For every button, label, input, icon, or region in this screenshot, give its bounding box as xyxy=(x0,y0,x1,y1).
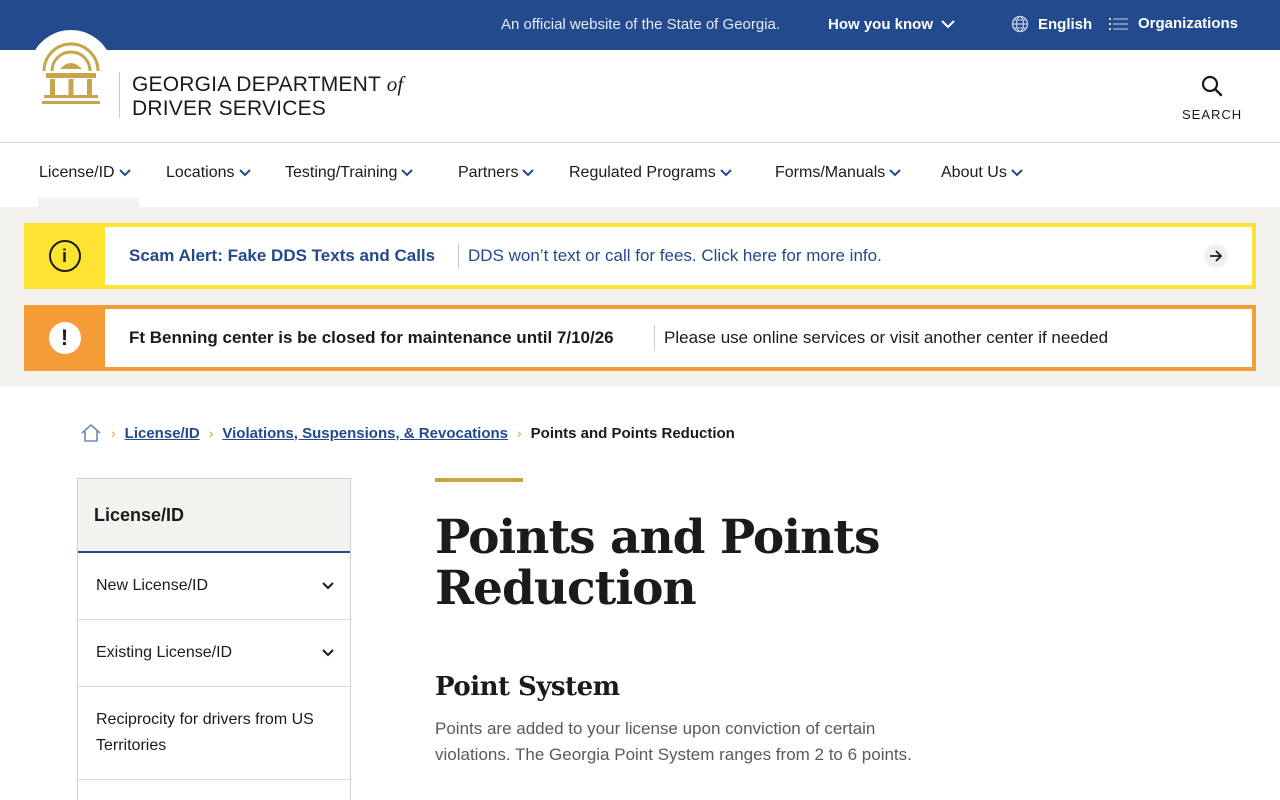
chevron-down-icon xyxy=(238,169,251,177)
breadcrumb-link-license-id[interactable]: License/ID xyxy=(125,425,200,442)
official-website-text: An official website of the State of Geor… xyxy=(501,16,781,33)
site-header: GEORGIA DEPARTMENT of DRIVER SERVICES SE… xyxy=(0,30,1280,143)
brand-line-2: DRIVER SERVICES xyxy=(132,97,326,120)
seal-icon xyxy=(42,42,100,104)
nav-label: About Us xyxy=(941,164,1007,181)
nav-active-indicator xyxy=(38,198,139,207)
chevron-down-icon xyxy=(118,169,131,177)
chevron-down-icon xyxy=(720,169,732,177)
nav-about-us[interactable]: About Us xyxy=(941,164,1023,182)
alert-separator xyxy=(458,243,459,269)
page-title: Points and Points Reduction xyxy=(435,510,880,616)
breadcrumb: › License/ID › Violations, Suspensions, … xyxy=(80,421,735,445)
how-you-know-button[interactable]: How you know xyxy=(828,16,955,33)
nav-label: Testing/Training xyxy=(285,164,398,181)
alert-separator xyxy=(654,325,655,351)
sidenav-item-existing-license[interactable]: Existing License/ID xyxy=(78,620,350,687)
breadcrumb-chevron-icon: › xyxy=(517,425,522,441)
alert-title: Scam Alert: Fake DDS Texts and Calls xyxy=(129,246,436,265)
search-label: SEARCH xyxy=(1182,107,1243,122)
warning-icon: ! xyxy=(48,322,81,354)
organizations-button[interactable]: Organizations xyxy=(1109,15,1238,32)
arrow-right-icon[interactable] xyxy=(1204,244,1228,268)
main-navigation: License/ID Locations Testing/Training Pa… xyxy=(0,143,1280,207)
section-heading: Point System xyxy=(435,672,620,702)
chevron-down-icon xyxy=(1011,169,1023,177)
georgia-seal-logo[interactable] xyxy=(29,30,113,114)
language-selector[interactable]: English xyxy=(1011,15,1092,33)
section-sidenav: License/ID New License/ID Existing Licen… xyxy=(77,478,351,800)
sidenav-item-label: New License/ID xyxy=(96,577,209,594)
nav-label: License/ID xyxy=(39,164,115,181)
chevron-down-icon xyxy=(889,169,901,177)
language-label: English xyxy=(1038,15,1093,33)
alert-message: DDS won’t text or call for fees. Click h… xyxy=(468,246,882,265)
chevron-down-icon[interactable] xyxy=(322,582,334,590)
chevron-down-icon xyxy=(522,169,535,177)
brand-divider xyxy=(119,72,120,118)
how-you-know-label: How you know xyxy=(828,16,933,33)
sidenav-item-reciprocity[interactable]: Reciprocity for drivers from US Territor… xyxy=(78,687,350,780)
brand-of: of xyxy=(386,72,404,96)
breadcrumb-chevron-icon: › xyxy=(111,425,116,441)
alerts-region: i Scam Alert: Fake DDS Texts and Calls D… xyxy=(0,207,1280,387)
sidenav-heading[interactable]: License/ID xyxy=(78,479,350,553)
alert-icon-box: i xyxy=(24,223,105,289)
brand-line-1: GEORGIA DEPARTMENT xyxy=(132,73,381,96)
nav-label: Regulated Programs xyxy=(569,164,716,181)
sidenav-item-label: Existing License/ID xyxy=(96,644,233,661)
nav-license-id[interactable]: License/ID xyxy=(39,164,131,182)
closure-alert-banner: ! Ft Benning center is be closed for mai… xyxy=(24,305,1256,371)
nav-regulated-programs[interactable]: Regulated Programs xyxy=(569,164,732,182)
alert-message: Please use online services or visit anot… xyxy=(664,328,1109,347)
sidenav-item-new-license[interactable]: New License/ID xyxy=(78,553,350,620)
gov-banner: An official website of the State of Geor… xyxy=(0,0,1280,50)
chevron-down-icon[interactable] xyxy=(322,649,334,657)
nav-partners[interactable]: Partners xyxy=(458,164,535,182)
search-icon xyxy=(1201,75,1223,97)
globe-icon xyxy=(1011,15,1029,33)
organizations-label: Organizations xyxy=(1138,15,1239,32)
scam-alert-banner[interactable]: i Scam Alert: Fake DDS Texts and Calls D… xyxy=(24,223,1256,289)
sidenav-item-label: Reciprocity for drivers from US Territor… xyxy=(96,711,314,754)
nav-label: Partners xyxy=(458,164,519,181)
list-icon xyxy=(1109,17,1128,30)
nav-label: Forms/Manuals xyxy=(775,164,886,181)
chevron-down-icon xyxy=(401,169,414,177)
chevron-down-icon xyxy=(941,20,955,29)
nav-testing-training[interactable]: Testing/Training xyxy=(285,164,414,182)
home-icon[interactable] xyxy=(80,422,102,444)
agency-name[interactable]: GEORGIA DEPARTMENT of DRIVER SERVICES xyxy=(132,72,403,121)
nav-forms-manuals[interactable]: Forms/Manuals xyxy=(775,164,901,182)
alert-title: Ft Benning center is be closed for maint… xyxy=(129,328,614,347)
alert-icon-box: ! xyxy=(24,305,105,371)
info-icon: i xyxy=(48,240,81,272)
nav-label: Locations xyxy=(166,164,235,181)
breadcrumb-link-violations[interactable]: Violations, Suspensions, & Revocations xyxy=(222,425,508,442)
body-paragraph: Points are added to your license upon co… xyxy=(435,719,912,764)
title-accent-rule xyxy=(435,478,523,482)
breadcrumb-chevron-icon: › xyxy=(208,425,214,441)
search-button[interactable]: SEARCH xyxy=(1182,74,1242,122)
nav-locations[interactable]: Locations xyxy=(166,164,251,182)
breadcrumb-current: Points and Points Reduction xyxy=(530,424,735,442)
